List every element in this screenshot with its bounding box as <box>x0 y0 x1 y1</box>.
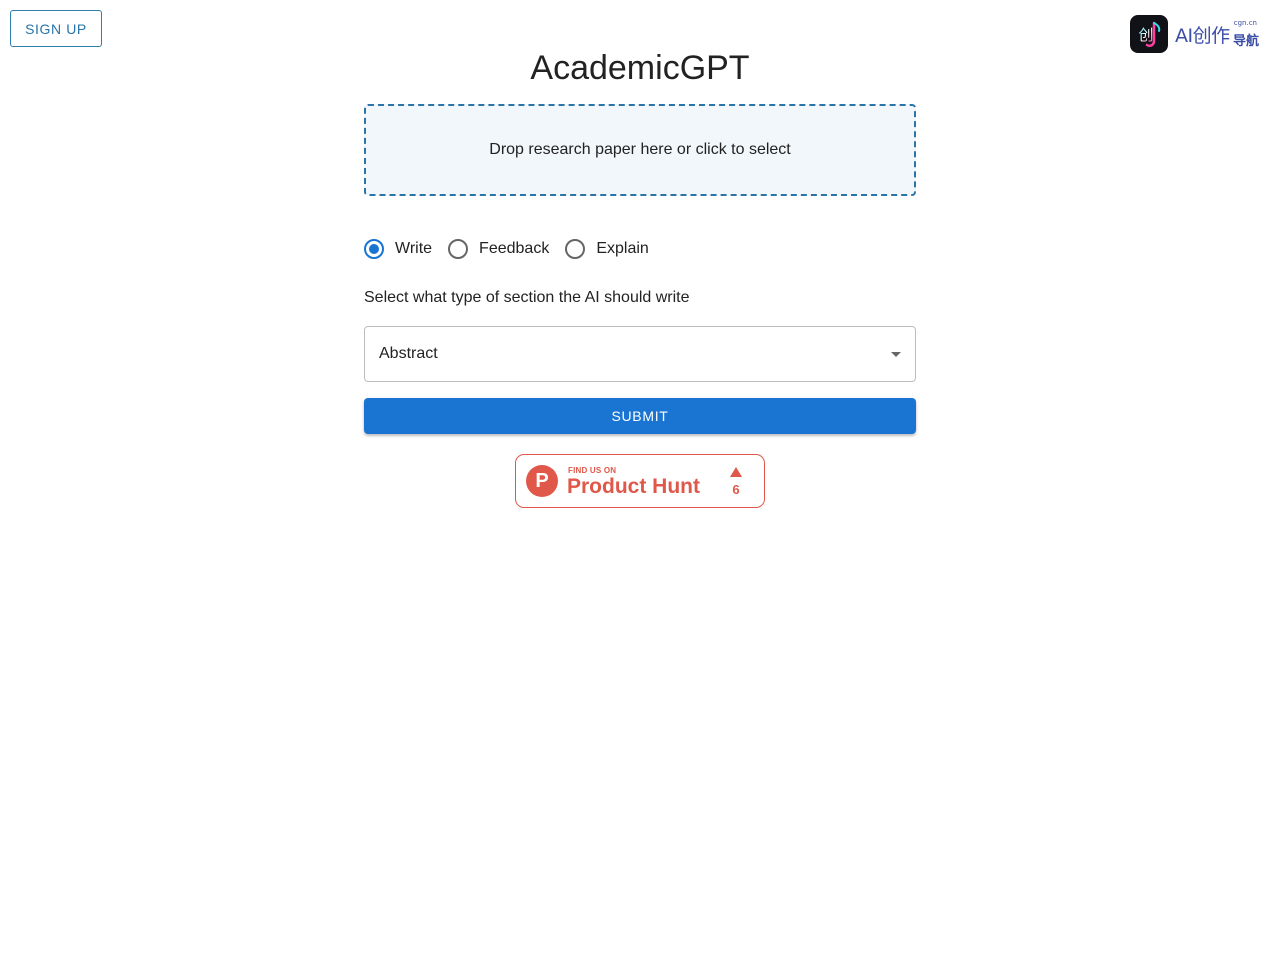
radio-unchecked-icon[interactable] <box>565 239 586 259</box>
mode-radio-feedback[interactable]: Feedback <box>448 239 549 259</box>
radio-label-explain: Explain <box>596 240 649 257</box>
product-hunt-upvote-count: 6 <box>732 482 740 497</box>
brand-domain-text: cgn.cn <box>1233 19 1257 27</box>
product-hunt-find-text: FIND US ON <box>568 466 617 475</box>
dropzone-text: Drop research paper here or click to sel… <box>489 141 791 158</box>
brand-logo-icon: 创 <box>1130 15 1168 53</box>
page-title: AcademicGPT <box>530 49 750 87</box>
brand-logo-glyph: 创 <box>1138 26 1153 44</box>
product-hunt-logo-icon: P <box>526 465 558 497</box>
product-hunt-badge[interactable]: P FIND US ON Product Hunt 6 <box>515 454 765 508</box>
radio-label-write: Write <box>395 240 433 257</box>
product-hunt-name: Product Hunt <box>567 475 700 498</box>
mode-radio-write[interactable]: Write <box>364 239 432 259</box>
section-type-value: Abstract <box>379 345 438 362</box>
caret-down-icon <box>891 352 901 357</box>
upvote-arrow-icon <box>730 467 742 477</box>
mode-radio-explain[interactable]: Explain <box>565 239 649 259</box>
paper-dropzone[interactable]: Drop research paper here or click to sel… <box>364 104 916 196</box>
submit-button[interactable]: SUBMIT <box>364 398 916 434</box>
section-type-label: Select what type of section the AI shoul… <box>364 289 690 306</box>
radio-unchecked-icon[interactable] <box>448 239 469 259</box>
brand-sub-text: 导航 <box>1232 34 1259 49</box>
section-type-select[interactable]: Abstract <box>364 326 916 382</box>
brand-text: AI创作 cgn.cn 导航 <box>1175 19 1259 49</box>
radio-label-feedback: Feedback <box>479 240 550 257</box>
sign-up-button[interactable]: SIGN UP <box>10 10 102 47</box>
radio-checked-icon[interactable] <box>364 239 384 259</box>
brand-logo-link[interactable]: 创 AI创作 cgn.cn 导航 <box>1130 14 1259 54</box>
mode-radio-group: Write Feedback Explain <box>364 237 665 261</box>
brand-main-text: AI创作 <box>1175 25 1230 47</box>
